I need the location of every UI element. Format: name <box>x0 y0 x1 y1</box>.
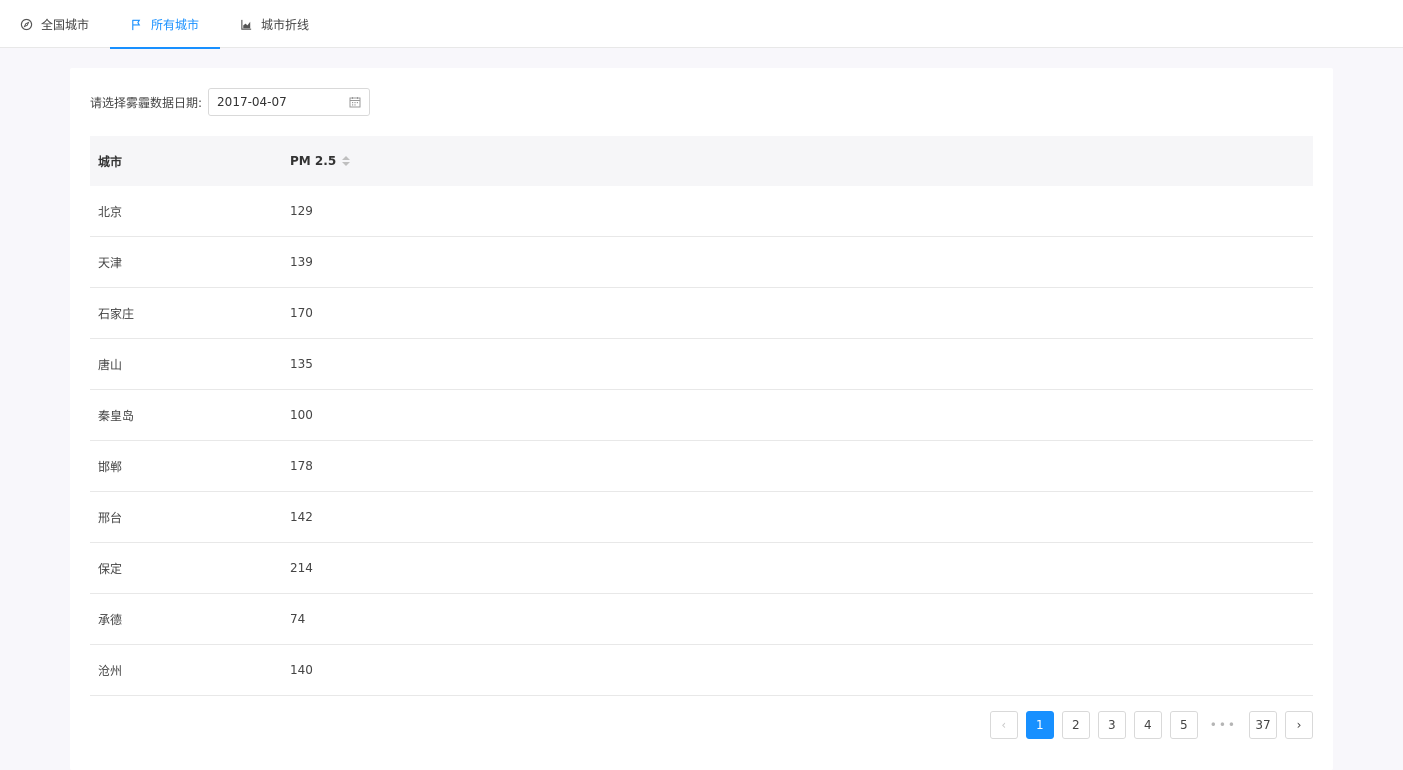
cell-pm25: 178 <box>290 459 313 473</box>
jump-next-pages-button[interactable]: ••• <box>1205 711 1241 739</box>
tab-national-cities[interactable]: 全国城市 <box>0 0 110 48</box>
cell-pm25: 142 <box>290 510 313 524</box>
pagination: ‹ 1 2 3 4 5 ••• 37 › <box>989 711 1313 739</box>
cell-pm25: 214 <box>290 561 313 575</box>
cell-city: 承德 <box>98 612 123 627</box>
column-header-city: 城市 <box>98 154 123 169</box>
table-row: 天津 139 <box>90 237 1313 288</box>
page-last-button[interactable]: 37 <box>1249 711 1277 739</box>
page-1-button[interactable]: 1 <box>1025 711 1054 739</box>
tab-label: 所有城市 <box>151 17 200 32</box>
tab-label: 全国城市 <box>41 17 90 32</box>
compass-icon <box>20 18 33 31</box>
cell-city: 邯郸 <box>98 459 123 474</box>
date-input[interactable] <box>217 95 338 109</box>
table-row: 承德 74 <box>90 594 1313 645</box>
column-header-pm25[interactable]: PM 2.5 <box>290 154 351 168</box>
column-header-pm25-label: PM 2.5 <box>290 154 337 168</box>
date-filter-label: 请选择雾霾数据日期: <box>90 95 203 110</box>
cell-city: 石家庄 <box>98 306 135 321</box>
page-3-button[interactable]: 3 <box>1097 711 1126 739</box>
cell-pm25: 135 <box>290 357 313 371</box>
cell-city: 邢台 <box>98 510 123 525</box>
table-row: 唐山 135 <box>90 339 1313 390</box>
prev-page-button[interactable]: ‹ <box>989 711 1018 739</box>
next-page-button[interactable]: › <box>1285 711 1313 739</box>
sort-descending-icon[interactable] <box>342 162 351 166</box>
sort-ascending-icon[interactable] <box>342 156 351 160</box>
date-filter: 请选择雾霾数据日期: <box>90 88 371 116</box>
date-picker[interactable] <box>208 88 371 116</box>
table-row: 秦皇岛 100 <box>90 390 1313 441</box>
table-row: 保定 214 <box>90 543 1313 594</box>
cell-pm25: 139 <box>290 255 313 269</box>
cell-city: 北京 <box>98 204 123 219</box>
page-4-button[interactable]: 4 <box>1133 711 1162 739</box>
table-body: 北京 129 天津 139 石家庄 170 唐山 135 秦皇岛 100 邯郸 178 邢台 142 保定 2… <box>90 186 1313 696</box>
pm25-table: 城市 PM 2.5 北京 129 天津 139 石家庄 170 唐山 135 秦皇岛 100 邯郸 1… <box>90 136 1313 696</box>
table-row: 邯郸 178 <box>90 441 1313 492</box>
cell-city: 沧州 <box>98 663 123 678</box>
top-tab-bar: 全国城市 所有城市 城市折线 <box>0 0 1403 49</box>
cell-pm25: 129 <box>290 204 313 218</box>
page-2-button[interactable]: 2 <box>1061 711 1090 739</box>
content-card: 请选择雾霾数据日期: 城市 PM 2.5 北京 129 天津 139 石家庄 170 唐山 1… <box>70 68 1333 770</box>
cell-city: 唐山 <box>98 357 123 372</box>
tab-all-cities[interactable]: 所有城市 <box>110 0 220 49</box>
cell-city: 秦皇岛 <box>98 408 135 423</box>
cell-pm25: 140 <box>290 663 313 677</box>
cell-pm25: 74 <box>290 612 306 626</box>
cell-pm25: 100 <box>290 408 313 422</box>
table-header: 城市 PM 2.5 <box>90 136 1313 186</box>
cell-city: 天津 <box>98 255 123 270</box>
cell-city: 保定 <box>98 561 123 576</box>
table-row: 北京 129 <box>90 186 1313 237</box>
tab-label: 城市折线 <box>261 17 310 32</box>
calendar-icon[interactable] <box>349 96 361 108</box>
flag-icon <box>130 18 143 31</box>
table-row: 沧州 140 <box>90 645 1313 696</box>
cell-pm25: 170 <box>290 306 313 320</box>
tab-city-line-chart[interactable]: 城市折线 <box>220 0 330 48</box>
sort-icon[interactable] <box>342 156 351 166</box>
area-chart-icon <box>240 18 253 31</box>
table-row: 石家庄 170 <box>90 288 1313 339</box>
page-5-button[interactable]: 5 <box>1169 711 1198 739</box>
table-row: 邢台 142 <box>90 492 1313 543</box>
